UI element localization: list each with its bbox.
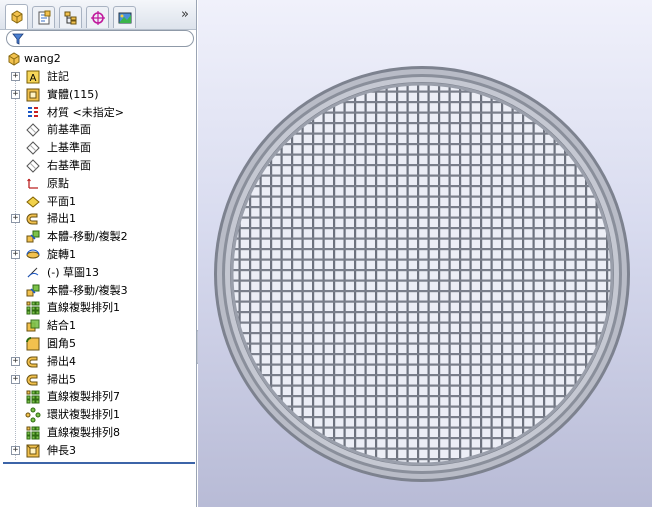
- tree-item[interactable]: 結合1: [0, 317, 196, 335]
- tree-item[interactable]: 直線複製排列8: [0, 424, 196, 442]
- linear-pattern-icon: [25, 389, 41, 405]
- tree-item[interactable]: 右基準面: [0, 157, 196, 175]
- tree-item[interactable]: 前基準面: [0, 121, 196, 139]
- expand-panel-button[interactable]: »: [176, 6, 194, 24]
- propertymanager-icon: [38, 10, 50, 24]
- sweep-icon: [25, 372, 41, 388]
- expand-toggle[interactable]: +: [11, 374, 20, 384]
- combine-icon: [25, 318, 41, 334]
- revolve-icon: [25, 247, 41, 263]
- tree-item-label: 掃出5: [47, 372, 76, 386]
- part-icon: [6, 51, 22, 67]
- tree-item[interactable]: + A 註記: [0, 68, 196, 86]
- tree-item-label: 伸長3: [47, 443, 76, 457]
- display-manager-tab[interactable]: [113, 6, 136, 28]
- origin-icon: [25, 176, 41, 192]
- tree-item[interactable]: 直線複製排列7: [0, 388, 196, 406]
- svg-text:A: A: [30, 73, 37, 84]
- move-copy-body-icon: [25, 229, 41, 245]
- sketch-icon: [25, 265, 41, 281]
- tree-root-part[interactable]: wang2: [0, 50, 196, 68]
- plane-icon: [25, 140, 41, 156]
- tree-item[interactable]: 原點: [0, 175, 196, 193]
- tree-item[interactable]: + 掃出5: [0, 371, 196, 389]
- tree-item[interactable]: 環狀複製排列1: [0, 406, 196, 424]
- featuremanager-tab[interactable]: [5, 4, 28, 29]
- tree-item-label: 直線複製排列1: [47, 301, 120, 315]
- tree-item-label: (-) 草圖13: [47, 265, 100, 279]
- tree-item-label: 環狀複製排列1: [47, 408, 120, 422]
- tree-item-label: 實體(115): [47, 87, 99, 101]
- panel-tab-bar: »: [0, 0, 196, 30]
- tree-filter-input[interactable]: [6, 30, 194, 47]
- feature-manager-panel: » wang2 + A 註記 + 實體(115) 材質 <未指定> 前基準面上基準面右基準面原…: [0, 0, 197, 507]
- tree-item[interactable]: 上基準面: [0, 139, 196, 157]
- propertymanager-tab[interactable]: [32, 6, 55, 28]
- expand-toggle[interactable]: +: [11, 445, 20, 455]
- tree-item[interactable]: 平面1: [0, 193, 196, 211]
- expand-toggle[interactable]: +: [11, 214, 20, 224]
- sweep-icon: [25, 354, 41, 370]
- dimxpert-tab[interactable]: [86, 6, 109, 28]
- tree-item[interactable]: + 旋轉1: [0, 246, 196, 264]
- tree-item[interactable]: + 掃出1: [0, 210, 196, 228]
- fillet-icon: [25, 336, 41, 352]
- tree-item-label: 材質 <未指定>: [47, 105, 124, 119]
- tree-item[interactable]: (-) 草圖13: [0, 264, 196, 282]
- sweep-icon: [25, 211, 41, 227]
- annotations-icon: A: [25, 69, 41, 85]
- tree-item-label: 直線複製排列7: [47, 390, 120, 404]
- material-icon: [25, 105, 41, 121]
- tree-item[interactable]: + 伸長3: [0, 442, 196, 460]
- graphics-viewport[interactable]: [198, 0, 652, 507]
- model-view: [214, 66, 630, 482]
- expand-toggle[interactable]: +: [11, 250, 20, 259]
- tree-item-label: 平面1: [47, 194, 76, 208]
- tree-item[interactable]: 圓角5: [0, 335, 196, 353]
- plane-icon: [25, 158, 41, 174]
- tree-item-label: 本體-移動/複製3: [47, 283, 128, 297]
- tree-item-label: 直線複製排列8: [47, 426, 120, 439]
- tree-item[interactable]: + 實體(115): [0, 86, 196, 104]
- expand-toggle[interactable]: +: [11, 356, 20, 366]
- plane-feature-icon: [25, 194, 41, 210]
- move-copy-body-icon: [25, 283, 41, 299]
- solid-bodies-icon: [25, 87, 41, 103]
- tree-item-label: 上基準面: [47, 141, 91, 155]
- tree-item[interactable]: 材質 <未指定>: [0, 104, 196, 122]
- plane-icon: [25, 122, 41, 138]
- sieve-model: [214, 66, 630, 482]
- featuremanager-icon: [11, 10, 22, 24]
- linear-pattern-icon: [25, 425, 41, 441]
- circular-pattern-icon: [25, 407, 41, 423]
- tree-item-label: 旋轉1: [47, 248, 76, 261]
- tree-item-label: 前基準面: [47, 123, 91, 137]
- rollback-bar[interactable]: [3, 462, 195, 464]
- configurationmanager-icon: [64, 11, 76, 24]
- expand-toggle[interactable]: +: [11, 89, 20, 99]
- linear-pattern-icon: [25, 300, 41, 316]
- tree-root-label: wang2: [24, 52, 61, 65]
- tree-item-label: 右基準面: [47, 159, 91, 172]
- tree-item-label: 圓角5: [47, 337, 76, 350]
- tree-item-label: 掃出1: [47, 212, 76, 226]
- filter-icon: [12, 33, 24, 45]
- expand-toggle[interactable]: +: [11, 72, 20, 81]
- tree-item-label: 掃出4: [47, 354, 76, 368]
- tree-item-label: 結合1: [47, 319, 76, 333]
- tree-item[interactable]: 本體-移動/複製2: [0, 228, 196, 246]
- extrude-icon: [25, 443, 41, 459]
- tree-item-label: 註記: [47, 70, 69, 83]
- tree-item-label: 本體-移動/複製2: [47, 230, 128, 244]
- tree-item[interactable]: 直線複製排列1: [0, 299, 196, 317]
- tree-item[interactable]: 本體-移動/複製3: [0, 282, 196, 300]
- tree-item-label: 原點: [47, 176, 69, 190]
- configurationmanager-tab[interactable]: [59, 6, 82, 28]
- display-manager-icon: [118, 12, 131, 23]
- tree-item[interactable]: + 掃出4: [0, 353, 196, 371]
- dimxpert-icon: [90, 10, 105, 25]
